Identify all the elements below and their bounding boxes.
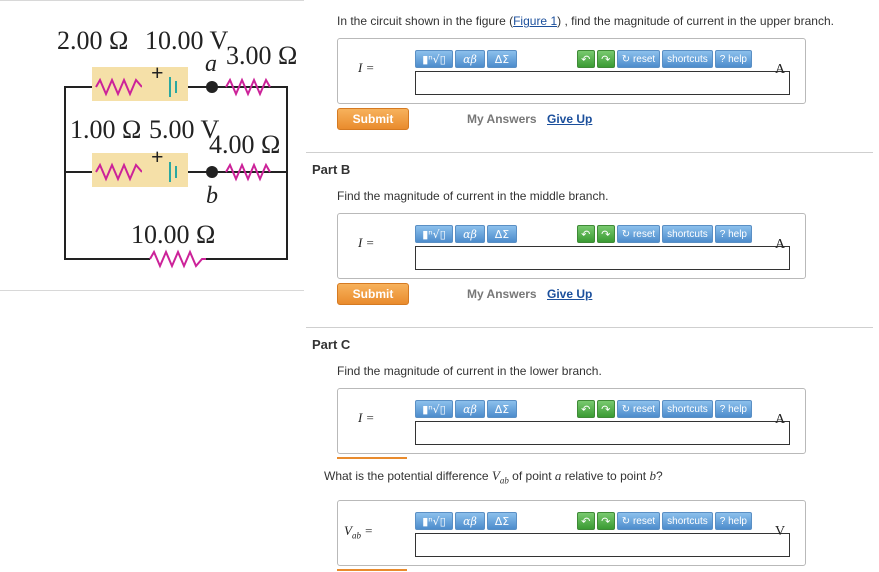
part-b-submit-button[interactable]: Submit [337,283,409,305]
part-a-question: In the circuit shown in the figure (Figu… [337,14,834,28]
part-c-math-toolbar: ▮ⁿ√▯ αβ ΔΣ [415,399,519,419]
part-c-unit: A [775,412,786,427]
part-a-my-answers-link[interactable]: My Answers [467,112,537,126]
node-a-dot [206,81,218,93]
undo-button[interactable]: ↶ [576,400,595,418]
part-b-answer-box: I = ▮ⁿ√▯ αβ ΔΣ ↶ ↷ ↻ reset shortcuts ? h… [337,213,806,279]
part-b-my-answers-link[interactable]: My Answers [467,287,537,301]
part-d-answer-box: Vab = ▮ⁿ√▯ αβ ΔΣ ↶ ↷ ↻ reset shortcuts ?… [337,500,806,566]
part-c-variable-label: I = [358,410,375,425]
templates-button[interactable]: ▮ⁿ√▯ [415,225,453,243]
part-c-answer-box: I = ▮ⁿ√▯ αβ ΔΣ ↶ ↷ ↻ reset shortcuts ? h… [337,388,806,454]
part-a-submit-button[interactable]: Submit [337,108,409,130]
redo-button[interactable]: ↷ [596,50,615,68]
divider-part-c [306,327,873,328]
mid-right-resistor-label: 4.00 Ω [209,130,281,159]
question-panel: In the circuit shown in the figure (Figu… [306,0,879,572]
divider-part-b [306,152,873,153]
circuit-figure: 2.00 Ω 10.00 V a 3.00 Ω + 1.00 Ω 5.00 V … [0,0,306,292]
part-b-title: Part B [312,162,351,177]
top-plus-sign: + [151,60,164,85]
help-button[interactable]: ? help [714,50,752,68]
part-d-variable-label: Vab = [344,523,373,541]
shortcuts-button[interactable]: shortcuts [662,225,713,243]
mid-left-resistor-label: 1.00 Ω [70,115,142,144]
part-c-toolbar-actions: ↶ ↷ ↻ reset shortcuts ? help [576,399,754,419]
part-d-submit-edge [337,569,407,571]
part-c-submit-edge [337,457,407,459]
shortcuts-button[interactable]: shortcuts [662,50,713,68]
symbols-button[interactable]: ΔΣ [487,512,517,530]
redo-button[interactable]: ↷ [596,512,615,530]
part-a-answer-box: I = ▮ⁿ√▯ αβ ΔΣ ↶ ↷ ↻ reset shortcuts ? h… [337,38,806,104]
shortcuts-button[interactable]: shortcuts [662,512,713,530]
mid-plus-sign: + [151,144,164,169]
symbols-button[interactable]: ΔΣ [487,225,517,243]
part-d-unit: V [775,524,786,539]
greek-letters-button[interactable]: αβ [455,400,485,418]
figure-1-link[interactable]: Figure 1 [513,14,557,28]
part-b-toolbar-actions: ↶ ↷ ↻ reset shortcuts ? help [576,224,754,244]
part-d-toolbar-actions: ↶ ↷ ↻ reset shortcuts ? help [576,511,754,531]
part-a-toolbar-actions: ↶ ↷ ↻ reset shortcuts ? help [576,49,754,69]
symbols-button[interactable]: ΔΣ [487,50,517,68]
bottom-resistor-label: 10.00 Ω [131,220,216,249]
part-b-question: Find the magnitude of current in the mid… [337,189,609,203]
part-b-variable-label: I = [358,235,375,250]
part-a-answer-input[interactable] [415,71,790,95]
node-b-dot [206,166,218,178]
reset-button[interactable]: ↻ reset [616,512,661,530]
part-c-question: Find the magnitude of current in the low… [337,364,602,378]
templates-button[interactable]: ▮ⁿ√▯ [415,50,453,68]
undo-button[interactable]: ↶ [576,50,595,68]
part-d-question: What is the potential difference Vab of … [324,468,663,486]
help-button[interactable]: ? help [714,225,752,243]
reset-button[interactable]: ↻ reset [616,400,661,418]
part-b-unit: A [775,237,786,252]
node-a-label: a [205,51,217,77]
greek-letters-button[interactable]: αβ [455,512,485,530]
part-a-math-toolbar: ▮ⁿ√▯ αβ ΔΣ [415,49,519,69]
top-left-resistor-label: 2.00 Ω [57,26,129,55]
reset-button[interactable]: ↻ reset [616,225,661,243]
templates-button[interactable]: ▮ⁿ√▯ [415,400,453,418]
node-b-label: b [206,183,218,209]
part-a-variable-label: I = [358,60,375,75]
help-button[interactable]: ? help [714,512,752,530]
symbols-button[interactable]: ΔΣ [487,400,517,418]
top-right-resistor-label: 3.00 Ω [226,41,298,70]
shortcuts-button[interactable]: shortcuts [662,400,713,418]
greek-letters-button[interactable]: αβ [455,50,485,68]
part-c-title: Part C [312,337,351,352]
help-button[interactable]: ? help [714,400,752,418]
part-a-give-up-link[interactable]: Give Up [547,112,592,126]
part-b-give-up-link[interactable]: Give Up [547,287,592,301]
redo-button[interactable]: ↷ [596,225,615,243]
undo-button[interactable]: ↶ [576,225,595,243]
part-c-answer-input[interactable] [415,421,790,445]
part-d-math-toolbar: ▮ⁿ√▯ αβ ΔΣ [415,511,519,531]
undo-button[interactable]: ↶ [576,512,595,530]
greek-letters-button[interactable]: αβ [455,225,485,243]
reset-button[interactable]: ↻ reset [616,50,661,68]
part-d-answer-input[interactable] [415,533,790,557]
templates-button[interactable]: ▮ⁿ√▯ [415,512,453,530]
part-a-unit: A [775,62,786,77]
part-b-math-toolbar: ▮ⁿ√▯ αβ ΔΣ [415,224,519,244]
vab-symbol: Vab [491,468,509,486]
redo-button[interactable]: ↷ [596,400,615,418]
part-b-answer-input[interactable] [415,246,790,270]
